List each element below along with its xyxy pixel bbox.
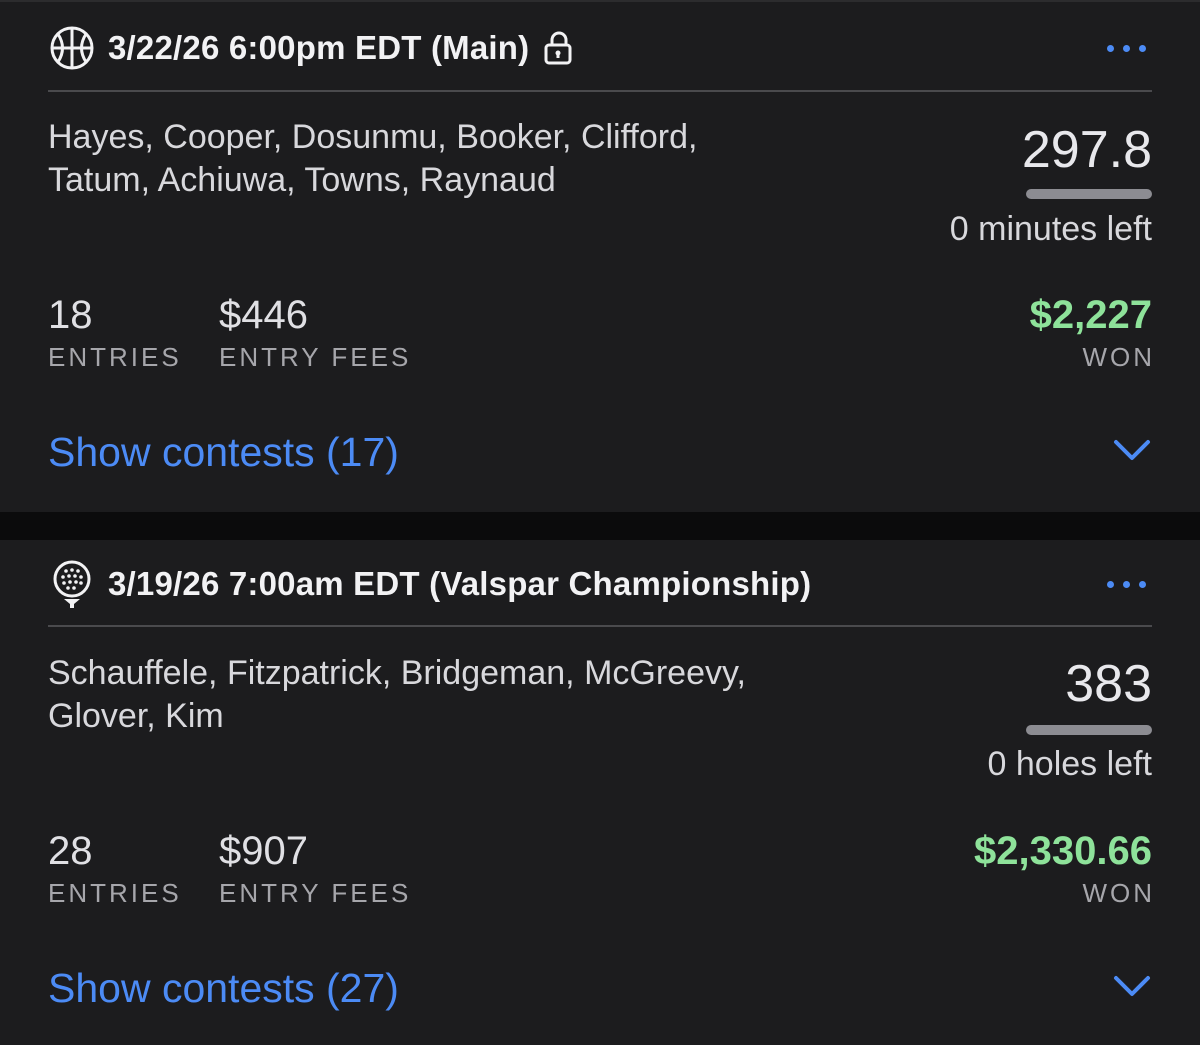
lineup-card[interactable]: 3/22/26 6:00pm EDT (Main) Hayes, Cooper,… xyxy=(0,0,1200,512)
entry-fees-value: $907 xyxy=(219,829,308,873)
winnings-label: WON xyxy=(1082,878,1155,908)
winnings-value: $2,330.66 xyxy=(974,829,1152,873)
score-progress-bar xyxy=(1026,725,1152,735)
player-list-line: Hayes, Cooper, Dosunmu, Booker, Clifford… xyxy=(48,118,698,156)
entry-fees-stat: $446 ENTRY FEES xyxy=(219,292,411,374)
basketball-icon xyxy=(48,24,96,72)
card-header: 3/19/26 7:00am EDT (Valspar Championship… xyxy=(48,558,1152,610)
entry-fees-label: ENTRY FEES xyxy=(219,878,412,908)
contest-title: 3/19/26 7:00am EDT (Valspar Championship… xyxy=(108,565,812,602)
more-horizontal-icon xyxy=(1107,580,1114,588)
show-contests-link[interactable]: Show contests (17) xyxy=(48,426,399,478)
more-options-button[interactable] xyxy=(1092,564,1152,604)
card-header: 3/22/26 6:00pm EDT (Main) xyxy=(48,22,1152,74)
winnings-label: WON xyxy=(1082,342,1155,372)
chevron-down-icon[interactable] xyxy=(1112,434,1152,466)
player-list: Hayes, Cooper, Dosunmu, Booker, Clifford… xyxy=(48,116,808,202)
show-contests-link[interactable]: Show contests (27) xyxy=(48,962,399,1014)
entries-stat: 28 ENTRIES xyxy=(48,828,182,910)
lineup-score: 383 xyxy=(1065,655,1152,713)
entries-label: ENTRIES xyxy=(48,878,182,908)
entry-fees-value: $446 xyxy=(219,293,308,337)
player-list: Schauffele, Fitzpatrick, Bridgeman, McGr… xyxy=(48,652,868,738)
time-remaining: 0 minutes left xyxy=(949,210,1152,248)
winnings-stat: $2,330.66 WON xyxy=(974,828,1152,910)
header-divider xyxy=(48,90,1152,92)
header-divider xyxy=(48,625,1152,627)
lineup-score: 297.8 xyxy=(1021,121,1152,179)
entries-value: 18 xyxy=(48,293,93,337)
entry-fees-label: ENTRY FEES xyxy=(219,342,412,372)
time-remaining: 0 holes left xyxy=(987,745,1152,783)
winnings-value: $2,227 xyxy=(1029,293,1152,337)
winnings-stat: $2,227 WON xyxy=(1030,292,1152,374)
player-list-line: Glover, Kim xyxy=(48,697,224,735)
lineup-card[interactable]: 3/19/26 7:00am EDT (Valspar Championship… xyxy=(0,540,1200,1045)
entry-fees-stat: $907 ENTRY FEES xyxy=(219,828,411,910)
more-horizontal-icon xyxy=(1107,44,1114,52)
unlocked-padlock-icon xyxy=(543,31,573,65)
player-list-line: Schauffele, Fitzpatrick, Bridgeman, McGr… xyxy=(48,654,746,692)
entries-value: 28 xyxy=(48,829,93,873)
lineup-history-page: 3/22/26 6:00pm EDT (Main) Hayes, Cooper,… xyxy=(0,0,1200,1045)
player-list-line: Tatum, Achiuwa, Towns, Raynaud xyxy=(48,161,556,199)
more-options-button[interactable] xyxy=(1092,28,1152,68)
score-progress-bar xyxy=(1026,189,1152,199)
golf-ball-icon xyxy=(48,560,96,608)
chevron-down-icon[interactable] xyxy=(1112,970,1152,1002)
entries-label: ENTRIES xyxy=(48,342,182,372)
entries-stat: 18 ENTRIES xyxy=(48,292,182,374)
contest-title: 3/22/26 6:00pm EDT (Main) xyxy=(108,29,530,66)
